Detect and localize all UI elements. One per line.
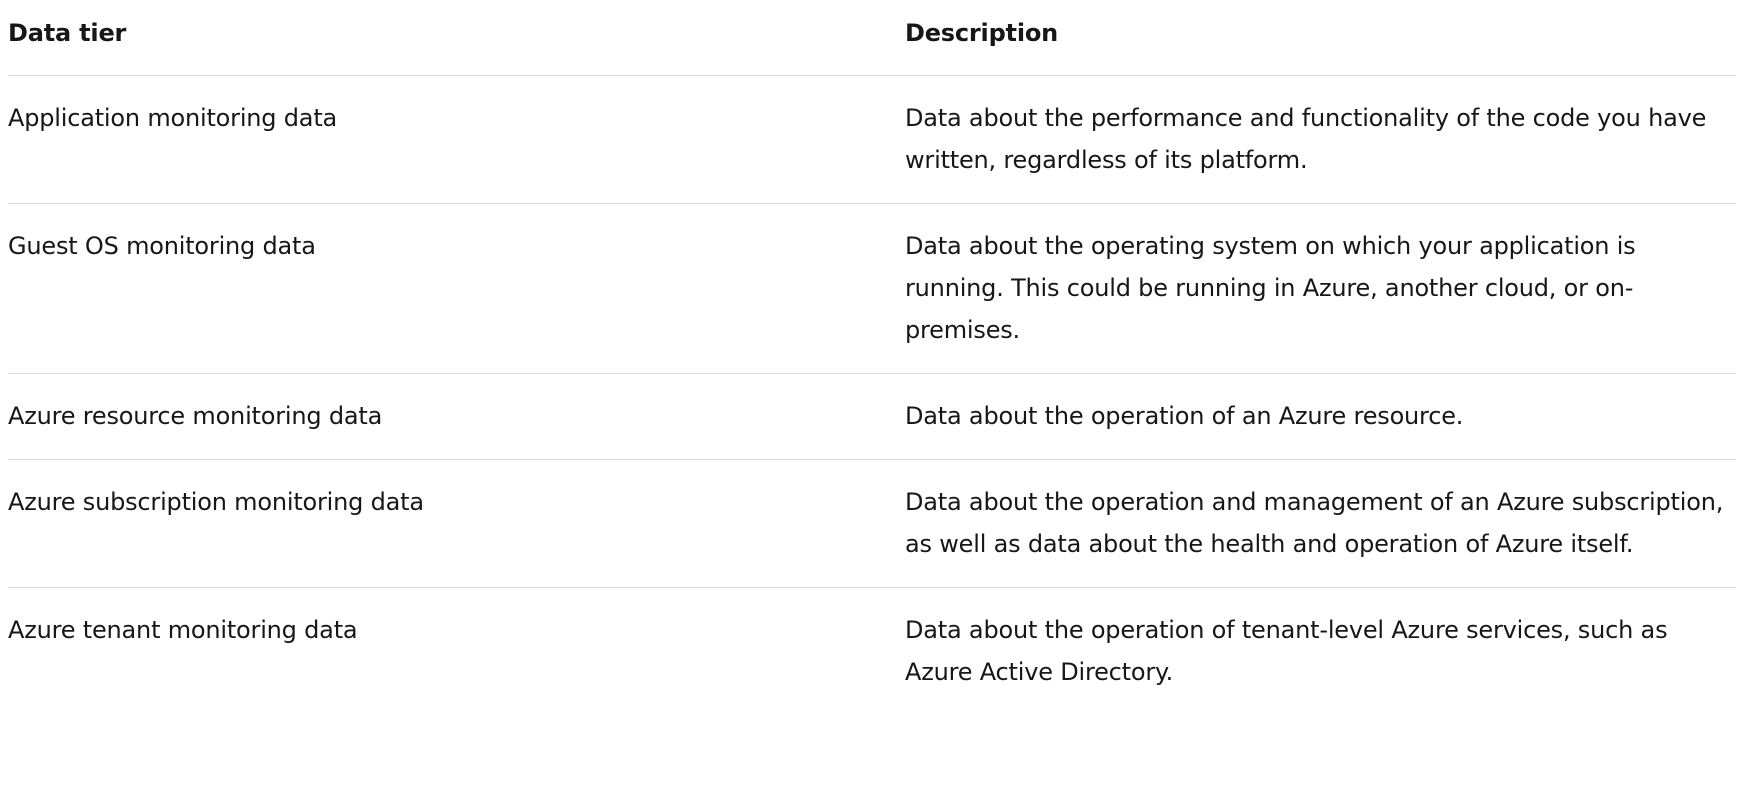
table-row: Azure resource monitoring data Data abou… — [8, 374, 1736, 460]
table-row: Azure tenant monitoring data Data about … — [8, 588, 1736, 715]
data-tier-cell: Application monitoring data — [8, 104, 338, 132]
description-cell: Data about the performance and functiona… — [905, 104, 1707, 174]
description-cell: Data about the operating system on which… — [905, 232, 1636, 344]
table-row: Azure subscription monitoring data Data … — [8, 460, 1736, 588]
description-cell: Data about the operation and management … — [905, 488, 1724, 558]
description-cell: Data about the operation of tenant-level… — [905, 616, 1668, 686]
column-header-data-tier: Data tier — [8, 19, 127, 47]
table-header-row: Data tier Description — [8, 0, 1736, 76]
data-tier-cell: Azure resource monitoring data — [8, 402, 383, 430]
column-header-description: Description — [905, 19, 1059, 47]
data-tier-table: Data tier Description Application monito… — [8, 0, 1736, 715]
table-row: Guest OS monitoring data Data about the … — [8, 204, 1736, 374]
data-tier-cell: Guest OS monitoring data — [8, 232, 316, 260]
description-cell: Data about the operation of an Azure res… — [905, 402, 1464, 430]
data-tier-cell: Azure subscription monitoring data — [8, 488, 424, 516]
table-row: Application monitoring data Data about t… — [8, 76, 1736, 204]
data-tier-cell: Azure tenant monitoring data — [8, 616, 358, 644]
